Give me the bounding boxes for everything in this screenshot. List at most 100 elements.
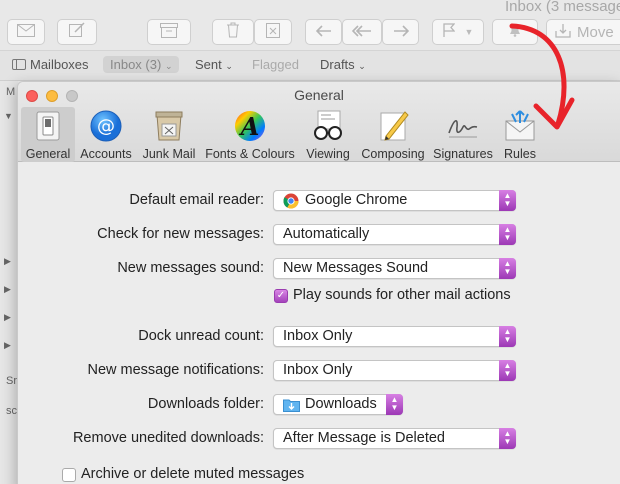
tab-accounts[interactable]: @ Accounts: [76, 107, 136, 162]
preferences-window: General General @ Accounts Junk Mail A F…: [17, 81, 620, 484]
pencil-paper-icon: [376, 109, 410, 143]
flag-button[interactable]: ▼: [432, 19, 484, 45]
signature-icon: [446, 109, 480, 143]
tab-fonts-colours-label: Fonts & Colours: [205, 147, 295, 161]
play-sounds-label: Play sounds for other mail actions: [293, 287, 511, 303]
chevron-down-icon: ⌄: [225, 61, 233, 71]
disclosure-triangle-icon[interactable]: ▶: [4, 312, 11, 323]
new-messages-sound-value: New Messages Sound: [283, 260, 429, 276]
remove-unedited-downloads-label: Remove unedited downloads:: [72, 430, 264, 446]
remove-unedited-downloads-value: After Message is Deleted: [283, 430, 445, 446]
mail-sidebar: M ▼ ▶ ▶ ▶ ▶ Sr sc: [0, 81, 18, 484]
tab-junk-mail-label: Junk Mail: [142, 147, 196, 161]
reply-all-button[interactable]: [342, 19, 382, 45]
tab-general[interactable]: General: [21, 107, 75, 162]
favorite-flagged-label: Flagged: [252, 57, 299, 72]
tab-viewing-label: Viewing: [306, 147, 350, 161]
sidebar-fragment: M: [6, 86, 16, 98]
tab-junk-mail[interactable]: Junk Mail: [137, 107, 201, 162]
disclosure-triangle-icon[interactable]: ▶: [4, 256, 11, 267]
favorite-sent[interactable]: Sent ⌄: [195, 57, 233, 72]
new-messages-sound-label: New messages sound:: [117, 260, 264, 276]
favorite-inbox-label: Inbox (3): [110, 57, 162, 72]
downloads-folder-value: Downloads: [305, 396, 377, 412]
get-mail-button[interactable]: [7, 19, 45, 45]
envelope-icon: [17, 23, 35, 41]
default-email-reader-value: Google Chrome: [305, 192, 408, 208]
disclosure-triangle-icon[interactable]: ▶: [4, 340, 11, 351]
sidebar-fragment: Sr: [6, 375, 17, 387]
archive-muted-checkbox[interactable]: [62, 468, 76, 482]
annotation-arrow-icon: [509, 23, 575, 130]
archive-box-icon: [160, 22, 178, 42]
chevron-down-icon: ▼: [464, 27, 474, 37]
junk-bin-icon: [266, 22, 280, 42]
junk-button[interactable]: [254, 19, 292, 45]
checkmark-icon: ✓: [276, 290, 286, 301]
popup-arrows-icon: ▲ ▼: [499, 224, 516, 245]
new-message-notifications-value: Inbox Only: [283, 362, 353, 378]
archive-muted-label: Archive or delete muted messages: [81, 466, 305, 482]
favorite-inbox[interactable]: Inbox (3) ⌄: [103, 56, 180, 73]
play-sounds-checkbox[interactable]: ✓: [274, 289, 288, 303]
check-new-messages-label: Check for new messages:: [97, 226, 264, 242]
trash-can-icon: [152, 109, 186, 143]
chevron-down-icon: ⌄: [164, 61, 173, 71]
dock-unread-count-label: Dock unread count:: [138, 328, 264, 344]
archive-button[interactable]: [147, 19, 191, 45]
tab-composing-label: Composing: [361, 147, 425, 161]
chevron-down-icon: ⌄: [358, 61, 366, 71]
new-message-notifications-popup[interactable]: Inbox Only ▲ ▼: [273, 360, 516, 381]
delete-button[interactable]: [212, 19, 254, 45]
svg-text:A: A: [239, 112, 260, 141]
flag-icon: [442, 23, 455, 41]
check-new-messages-popup[interactable]: Automatically ▲ ▼: [273, 224, 516, 245]
compose-button[interactable]: [57, 19, 97, 45]
tab-signatures[interactable]: Signatures: [430, 107, 496, 162]
tab-composing[interactable]: Composing: [358, 107, 428, 162]
switch-icon: [31, 109, 65, 143]
favorite-drafts[interactable]: Drafts ⌄: [320, 57, 366, 72]
tab-signatures-label: Signatures: [433, 147, 493, 161]
reply-button[interactable]: [305, 19, 342, 45]
at-sign-icon: @: [89, 109, 123, 143]
popup-arrows-icon: ▲ ▼: [499, 326, 516, 347]
chrome-icon: [283, 193, 299, 214]
popup-arrows-icon: ▲ ▼: [499, 190, 516, 211]
tab-rules-label: Rules: [504, 147, 536, 161]
svg-text:@: @: [97, 116, 115, 137]
glasses-icon: [311, 109, 345, 143]
popup-arrows-icon: ▲ ▼: [386, 394, 403, 415]
check-new-messages-value: Automatically: [283, 226, 370, 242]
downloads-folder-icon: [283, 398, 300, 417]
new-message-notifications-label: New message notifications:: [87, 362, 265, 378]
popup-arrows-icon: ▲ ▼: [499, 258, 516, 279]
popup-arrows-icon: ▲ ▼: [499, 428, 516, 449]
tab-fonts-colours[interactable]: A Fonts & Colours: [203, 107, 297, 162]
mail-window-title: Inbox (3 messages: [505, 0, 620, 15]
sidebar-fragment: sc: [6, 405, 17, 417]
default-email-reader-popup[interactable]: Google Chrome ▲ ▼: [273, 190, 516, 211]
remove-unedited-downloads-popup[interactable]: After Message is Deleted ▲ ▼: [273, 428, 516, 449]
tab-accounts-label: Accounts: [80, 147, 132, 161]
tab-viewing[interactable]: Viewing: [300, 107, 356, 162]
default-email-reader-label: Default email reader:: [129, 192, 264, 208]
dock-unread-count-popup[interactable]: Inbox Only ▲ ▼: [273, 326, 516, 347]
downloads-folder-popup[interactable]: Downloads ▲ ▼: [273, 394, 403, 415]
dock-unread-count-value: Inbox Only: [283, 328, 353, 344]
mailboxes-button[interactable]: Mailboxes: [12, 57, 89, 72]
tab-general-label: General: [25, 147, 71, 161]
favorite-flagged[interactable]: Flagged: [252, 57, 299, 72]
mailboxes-label: Mailboxes: [30, 57, 89, 72]
popup-arrows-icon: ▲ ▼: [499, 360, 516, 381]
sidebar-toggle-icon: [12, 59, 26, 70]
forward-button[interactable]: [382, 19, 419, 45]
reply-arrow-icon: [315, 24, 332, 41]
disclosure-triangle-icon[interactable]: ▼: [4, 111, 13, 121]
disclosure-triangle-icon[interactable]: ▶: [4, 284, 11, 295]
font-color-icon: A: [233, 109, 267, 143]
reply-all-arrow-icon: [351, 24, 372, 41]
forward-arrow-icon: [393, 24, 409, 41]
trash-icon: [226, 22, 240, 42]
new-messages-sound-popup[interactable]: New Messages Sound ▲ ▼: [273, 258, 516, 279]
